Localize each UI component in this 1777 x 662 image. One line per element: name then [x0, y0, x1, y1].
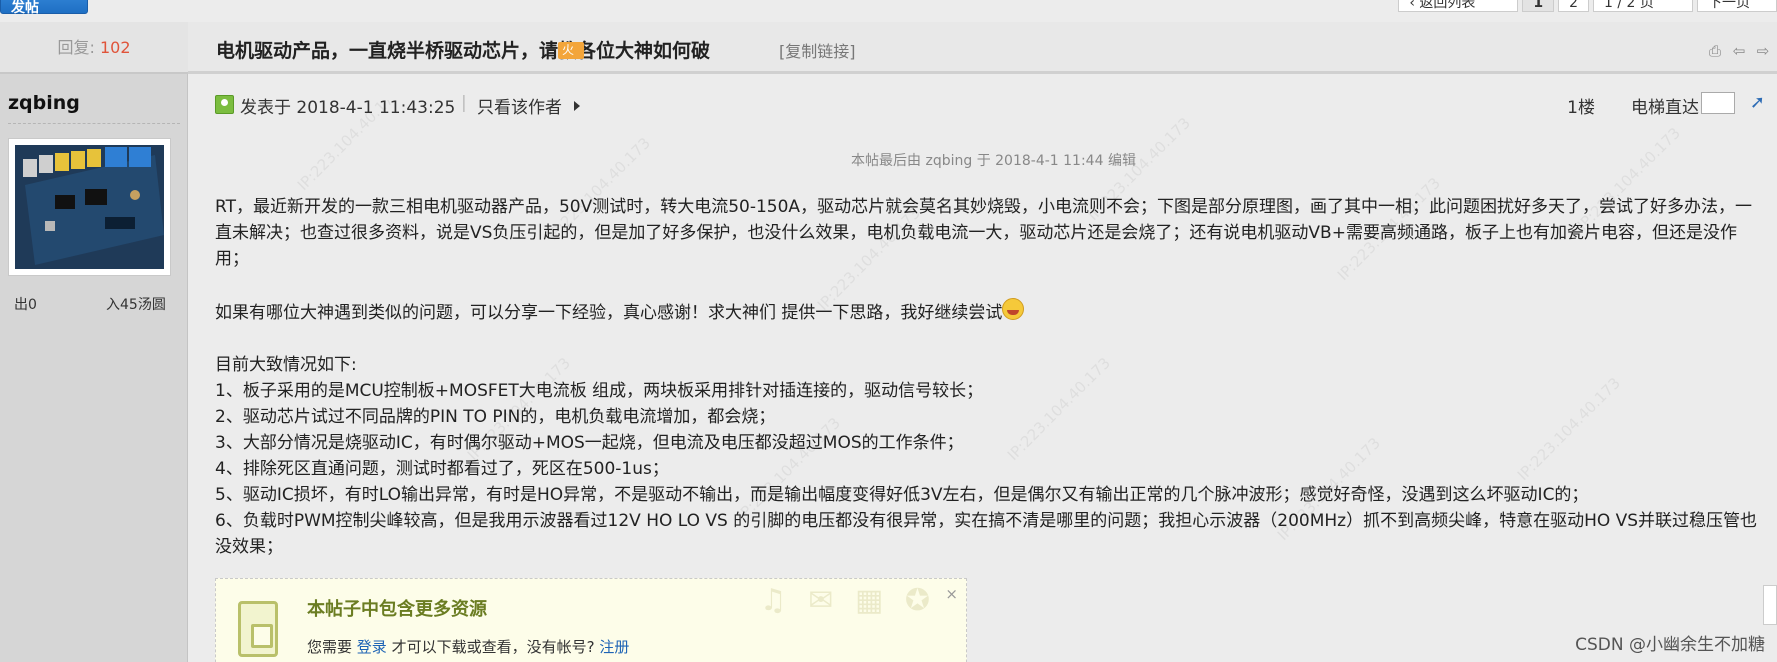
elevator-label: 电梯直达: [1631, 98, 1699, 118]
list-item: 2、驱动芯片试过不同品牌的PIN TO PIN的，电机负载电流增加，都会烧；: [215, 407, 776, 427]
floor-number: 1楼: [1567, 98, 1595, 118]
online-user-icon: [215, 95, 234, 114]
list-item: 6、负载时PWM控制尖峰较高，但是我用示波器看过12V HO LO VS 的引脚…: [215, 511, 1758, 557]
post-content: RT，最近新开发的一款三相电机驱动器产品，50V测试时，转大电流50-150A，…: [215, 194, 1760, 560]
side-scroll-tab[interactable]: [1763, 585, 1777, 625]
top-toolbar: 发帖 ‹ 返回列表 1 2 1 / 2 页 下一页: [0, 0, 1777, 16]
hidden-resource-notice: ♫ ✉ ▦ ✪ 本帖子中包含更多资源 您需要 登录 才可以下载或查看，没有帐号?…: [215, 578, 967, 662]
media-icons-decoration: ♫ ✉ ▦ ✪: [759, 583, 936, 618]
chevron-right-icon: [574, 101, 580, 111]
page-1-button[interactable]: 1: [1522, 0, 1555, 12]
page-2-button[interactable]: 2: [1558, 0, 1589, 12]
list-intro: 目前大致情况如下:: [215, 355, 357, 375]
resource-text: 您需要 登录 才可以下载或查看，没有帐号? 注册: [307, 636, 629, 657]
go-floor-icon[interactable]: ➚: [1750, 92, 1765, 113]
resource-prefix: 您需要: [307, 638, 353, 656]
hot-icon: [558, 42, 584, 59]
print-icon[interactable]: ⎙: [1707, 42, 1723, 60]
back-to-list-button[interactable]: ‹ 返回列表: [1398, 0, 1519, 12]
resource-title: 本帖子中包含更多资源: [307, 599, 487, 620]
close-icon[interactable]: ×: [945, 585, 958, 603]
page-jump-input[interactable]: 1 / 2 页: [1593, 0, 1693, 12]
stat-out: 出0: [14, 297, 37, 313]
edit-note: 本帖最后由 zqbing 于 2018-4-1 11:44 编辑: [851, 153, 1136, 169]
lock-icon: [238, 601, 278, 657]
list-item: 4、排除死区直通问题，测试时都看过了，死区在500-1us；: [215, 459, 669, 479]
author-username[interactable]: zqbing: [8, 92, 80, 114]
post-paragraph: 如果有哪位大神遇到类似的问题，可以分享一下经验，真心感谢！求大神们 提供一下思路…: [215, 298, 1760, 326]
post-paragraph-text: 如果有哪位大神遇到类似的问题，可以分享一下经验，真心感谢！求大神们 提供一下思路…: [215, 303, 1003, 323]
stat-in: 入45汤圆: [106, 297, 166, 313]
reply-label: 回复:: [57, 38, 95, 57]
divider: [8, 123, 180, 124]
reply-count: 回复: 102: [0, 22, 188, 74]
new-post-button[interactable]: 发帖: [0, 0, 88, 15]
copy-link[interactable]: [复制链接]: [779, 38, 856, 62]
prev-thread-icon[interactable]: ⇦: [1731, 42, 1747, 60]
separator: |: [461, 93, 467, 113]
elevator-input[interactable]: [1701, 92, 1735, 114]
only-author-link[interactable]: 只看该作者: [477, 93, 562, 118]
crying-laugh-emoji-icon: [1002, 298, 1025, 320]
thread-title: 电机驱动产品，一直烧半桥驱动芯片，请教各位大神如何破: [216, 40, 711, 62]
list-item: 1、板子采用的是MCU控制板+MOSFET大电流板 组成，两块板采用排针对插连接…: [215, 381, 984, 401]
post-header: 发表于 2018-4-1 11:43:25 | 只看该作者 1楼 电梯直达 ➚: [215, 92, 1777, 118]
thread-tools: ⎙ ⇦ ⇨: [1707, 42, 1771, 60]
next-thread-icon[interactable]: ⇨: [1755, 42, 1771, 60]
pagination: ‹ 返回列表 1 2 1 / 2 页 下一页: [1398, 0, 1777, 12]
thread-title-bar: 电机驱动产品，一直烧半桥驱动芯片，请教各位大神如何破 [复制链接] ⎙ ⇦ ⇨: [188, 22, 1777, 74]
next-page-button[interactable]: 下一页: [1697, 0, 1777, 12]
list-item: 3、大部分情况是烧驱动IC，有时偶尔驱动+MOS一起烧，但电流及电压都没超过MO…: [215, 433, 964, 453]
register-link[interactable]: 注册: [599, 638, 629, 656]
post-time: 发表于 2018-4-1 11:43:25: [240, 98, 456, 118]
post-paragraph: RT，最近新开发的一款三相电机驱动器产品，50V测试时，转大电流50-150A，…: [215, 197, 1753, 269]
resource-middle: 才可以下载或查看，没有帐号?: [391, 638, 595, 656]
csdn-watermark: CSDN @小幽余生不加糖: [1575, 635, 1765, 655]
author-sidebar: 回复: 102 zqbing 出0 入45汤圆: [0, 22, 188, 662]
login-link[interactable]: 登录: [357, 638, 387, 656]
reply-number: 102: [99, 38, 131, 57]
list-item: 5、驱动IC损坏，有时LO输出异常，有时是HO异常，不是驱动不输出，而是输出幅度…: [215, 485, 1589, 505]
